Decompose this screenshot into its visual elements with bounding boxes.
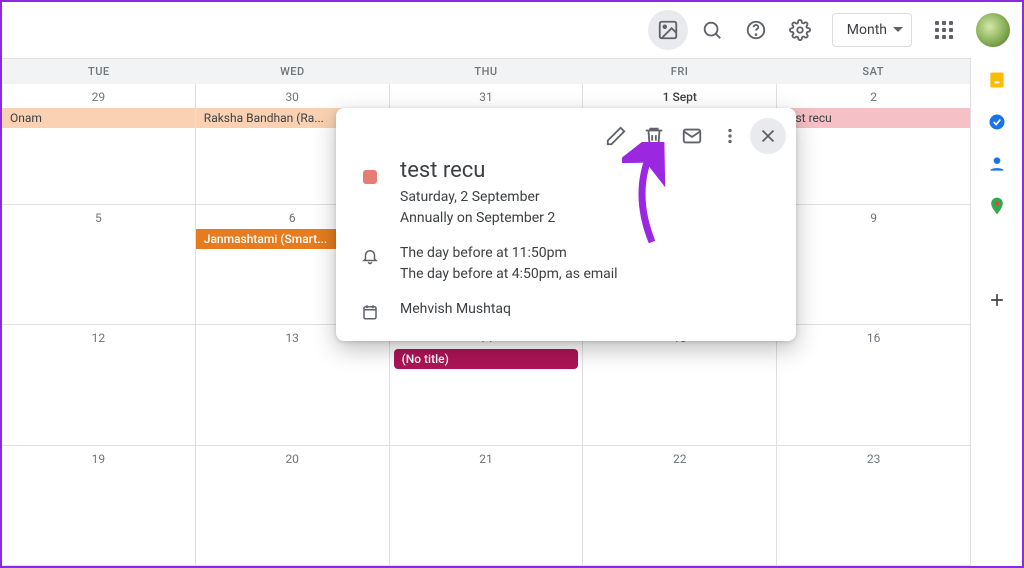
delete-button[interactable] [636,118,672,154]
day-cell[interactable]: 5 [2,205,196,325]
day-number: 23 [777,452,970,466]
day-number: 2 [777,90,970,104]
day-number: 9 [777,211,970,225]
day-cell[interactable]: 23 [777,446,970,566]
day-header: THU [389,59,583,84]
day-cell[interactable]: 29 Onam [2,84,196,204]
apps-icon[interactable] [924,10,964,50]
keep-icon[interactable] [987,70,1007,90]
day-header: FRI [583,59,777,84]
day-cell[interactable]: 19 [2,446,196,566]
day-cell[interactable]: 22 [583,446,777,566]
email-button[interactable] [674,118,710,154]
day-cell[interactable]: 16 [777,325,970,445]
day-header: WED [196,59,390,84]
topbar: Month [2,2,1022,58]
calendar-icon [360,299,380,321]
view-selector[interactable]: Month [832,13,912,47]
help-icon[interactable] [736,10,776,50]
event-chip[interactable]: (No title) [394,349,579,369]
day-cell[interactable]: 2 test recu [777,84,970,204]
day-cell[interactable]: 15 [583,325,777,445]
day-cell[interactable]: 12 [2,325,196,445]
day-header: TUE [2,59,196,84]
search-icon[interactable] [692,10,732,50]
notification-line: The day before at 11:50pm [400,243,618,264]
notification-line: The day before at 4:50pm, as email [400,264,618,285]
side-panel [970,58,1022,566]
event-chip[interactable]: test recu [777,108,970,128]
chevron-down-icon [893,27,903,33]
day-number: 21 [390,452,583,466]
day-number: 20 [196,452,389,466]
gear-icon[interactable] [780,10,820,50]
day-number: 5 [2,211,195,225]
event-title: test recu [400,158,555,183]
image-icon[interactable] [648,10,688,50]
add-icon[interactable] [987,290,1007,310]
day-number: 22 [583,452,776,466]
event-color-icon [363,170,377,184]
event-date: Saturday, 2 September [400,187,555,208]
day-number: 30 [196,90,389,104]
tasks-icon[interactable] [987,112,1007,132]
organizer-name: Mehvish Mushtaq [400,299,511,321]
day-cell[interactable]: 13 [196,325,390,445]
day-number: 12 [2,331,195,345]
day-number: 1 Sept [583,90,776,104]
day-number: 31 [390,90,583,104]
maps-icon[interactable] [987,196,1007,216]
day-number: 16 [777,331,970,345]
day-cell[interactable]: 20 [196,446,390,566]
view-label: Month [847,22,887,38]
day-cell[interactable]: 14(No title) [390,325,584,445]
day-cell[interactable]: 9 [777,205,970,325]
event-chip[interactable]: Onam [2,108,195,128]
event-popup: test recu Saturday, 2 September Annually… [336,108,796,341]
more-options-button[interactable] [712,118,748,154]
avatar[interactable] [976,13,1010,47]
contacts-icon[interactable] [987,154,1007,174]
edit-button[interactable] [598,118,634,154]
day-number: 19 [2,452,195,466]
bell-icon [360,243,380,285]
close-button[interactable] [750,118,786,154]
event-recurrence: Annually on September 2 [400,208,555,229]
day-header: SAT [776,59,970,84]
day-cell[interactable]: 21 [390,446,584,566]
day-number: 29 [2,90,195,104]
